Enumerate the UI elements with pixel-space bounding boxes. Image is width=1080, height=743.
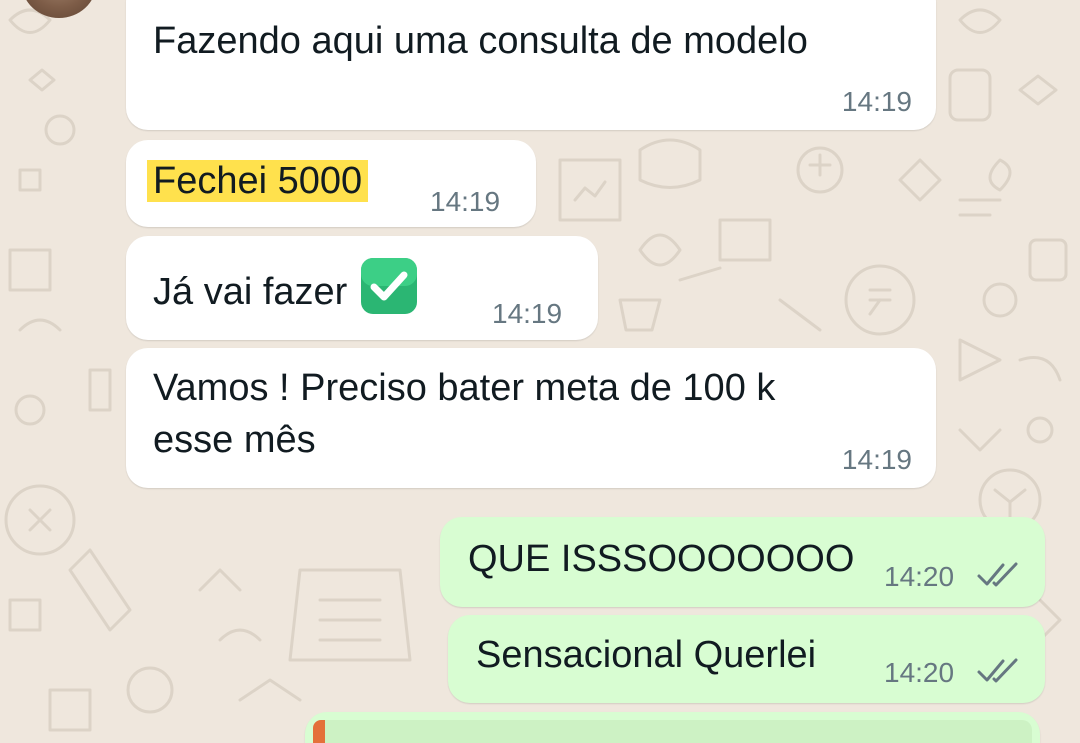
outgoing-message-bubble[interactable]: Sensacional Querlei 14:20 [448,615,1045,703]
message-text: Sensacional Querlei [476,634,817,676]
message-time: 14:20 [884,657,955,688]
outgoing-message-bubble[interactable]: QUE ISSSOOOOOOO 14:20 [440,517,1045,607]
highlighted-text: Fechei 5000 [147,160,369,202]
message-time: 14:20 [884,561,955,592]
reply-quote-bar [313,720,325,743]
incoming-message-bubble[interactable]: Já vai fazer 14:19 [126,236,598,340]
double-check-icon [977,658,1018,683]
message-text: Fechei 5000 [147,154,369,208]
message-text: Já vai fazer [153,256,419,319]
incoming-message-bubble[interactable]: Vamos ! Preciso bater meta de 100 k esse… [126,348,936,488]
check-mark-button-icon [361,258,418,314]
message-text: Fazendo aqui uma consulta de modelo [153,20,808,62]
outgoing-message-bubble-partial[interactable] [305,712,1040,743]
message-time: 14:19 [492,298,563,329]
message-time: 14:19 [841,444,912,475]
incoming-message-bubble[interactable]: Fazendo aqui uma consulta de modelo 14:1… [126,0,936,130]
message-text-line-2: esse mês [153,419,316,461]
incoming-message-bubble[interactable]: Fechei 5000 14:19 [126,140,536,227]
message-time: 14:19 [841,86,912,117]
message-time: 14:19 [430,186,501,217]
message-text-body: Já vai fazer [153,271,348,313]
message-text-line-1: Vamos ! Preciso bater meta de 100 k [153,367,776,409]
reply-quote-box [325,720,1032,743]
double-check-icon [977,562,1018,587]
message-text: QUE ISSSOOOOOOO [468,538,855,580]
